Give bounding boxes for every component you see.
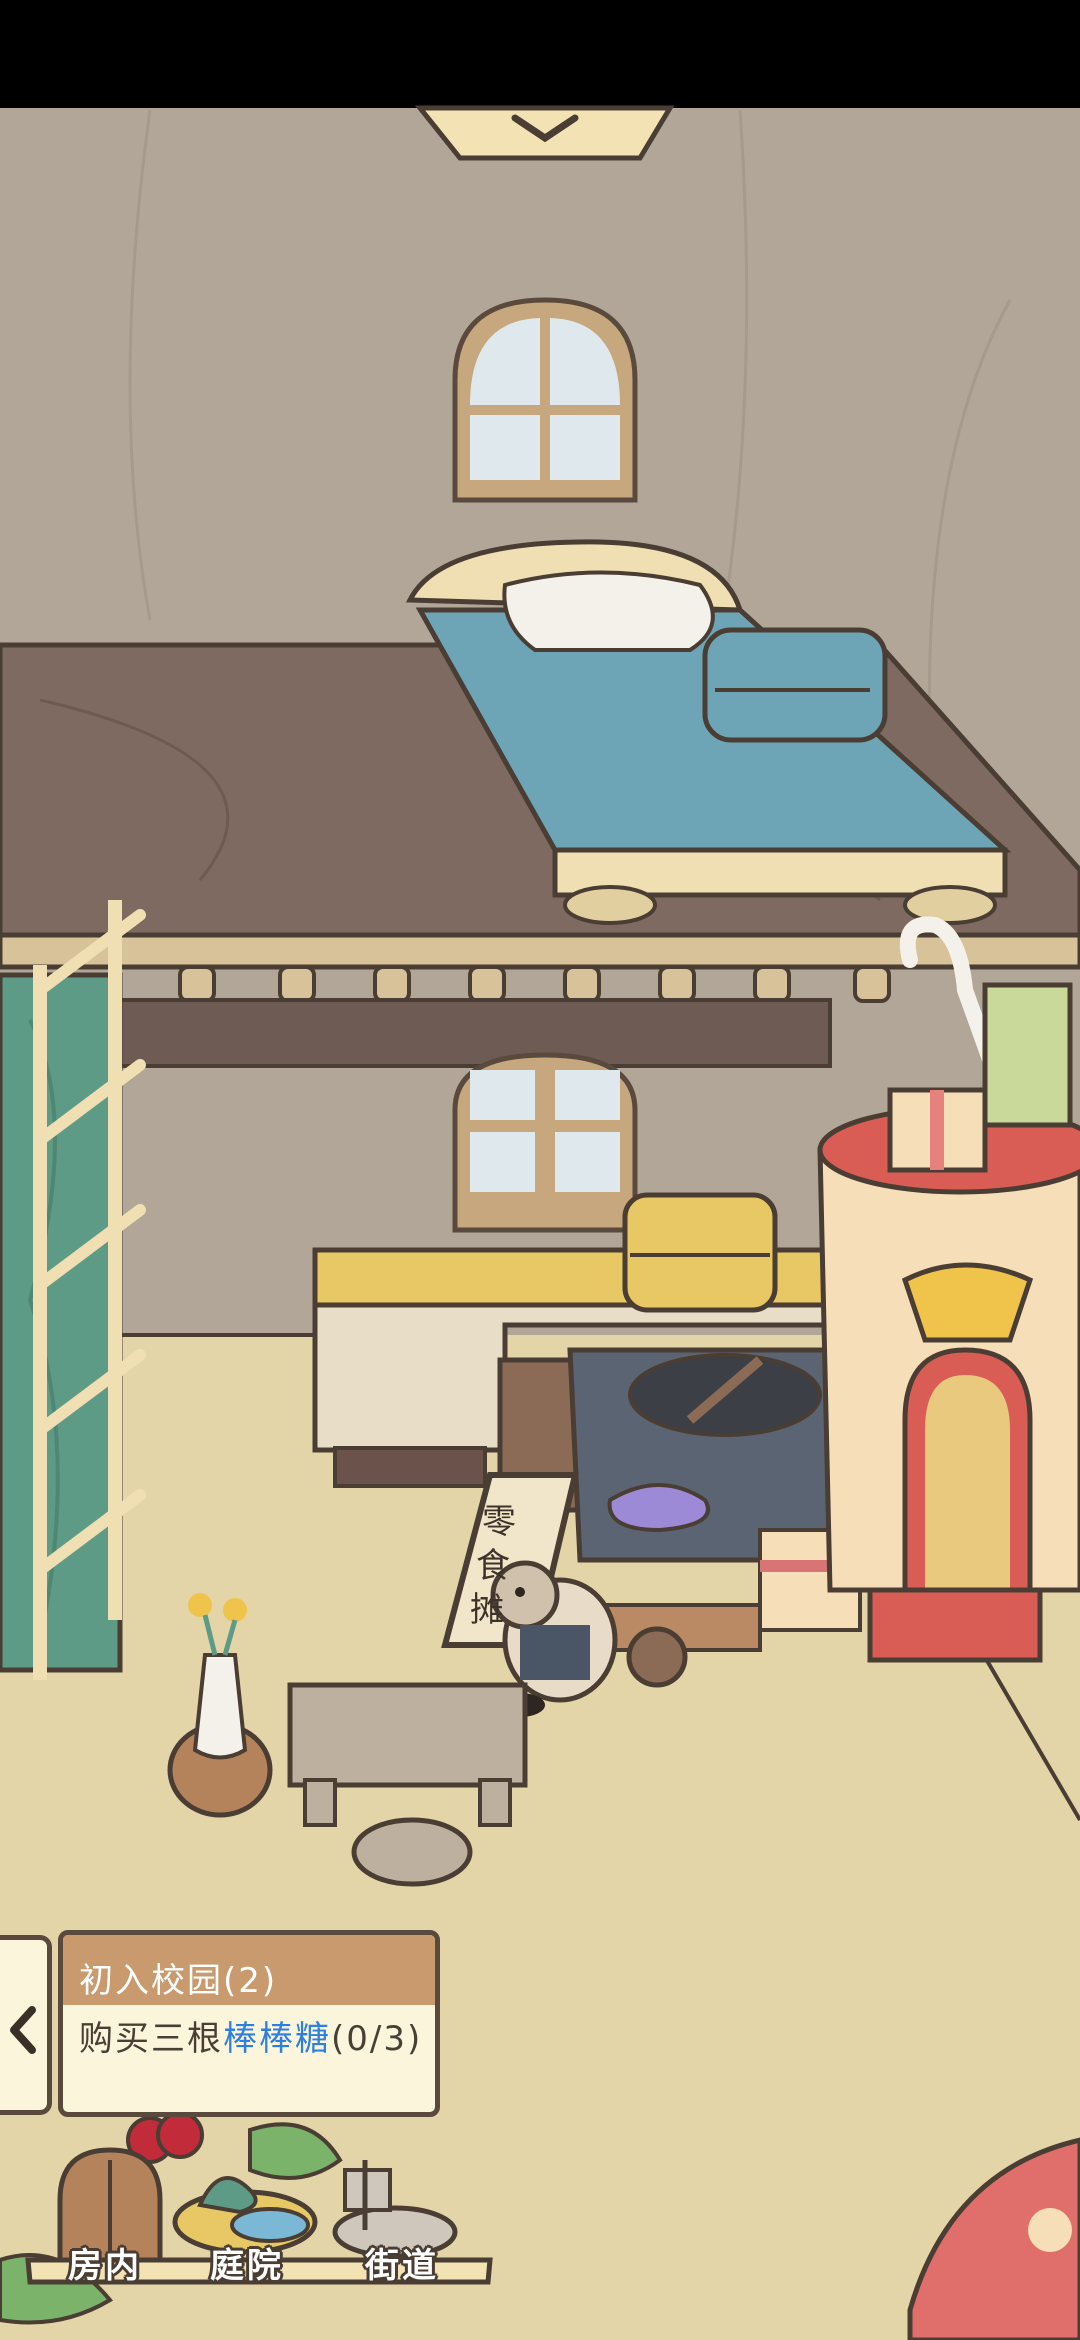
quest-collapse-button[interactable] (0, 1935, 52, 2115)
chevron-left-icon (10, 2006, 36, 2054)
ladder[interactable] (0, 900, 146, 1680)
nav-label-room[interactable]: 房内 (68, 2238, 142, 2287)
lower-window (452, 1052, 638, 1233)
snack-stall-sign-char: 零 (482, 1502, 516, 1542)
snack-stall-sign-char: 摊 (470, 1590, 504, 1630)
quest-item-highlight: 棒棒糖 (223, 2019, 331, 2059)
quest-progress: (0/3) (331, 2019, 423, 2059)
quest-header: 初入校园(2) (63, 1935, 435, 2005)
quest-title: 初入校园(2) (79, 1961, 278, 2001)
quest-desc-prefix: 购买三根 (79, 2019, 223, 2059)
quest-panel[interactable]: 初入校园(2) 购买三根棒棒糖(0/3) (58, 1930, 440, 2117)
upper-window (452, 297, 638, 503)
nav-label-street[interactable]: 街道 (365, 2238, 439, 2287)
scroll-up-button[interactable] (414, 105, 675, 161)
snack-stall-sign-char: 食 (476, 1546, 510, 1586)
snack-stall-sign[interactable]: 零 食 摊 (470, 1494, 534, 1634)
nav-label-garden[interactable]: 庭院 (210, 2238, 284, 2287)
quest-description: 购买三根棒棒糖(0/3) (79, 2017, 435, 2061)
